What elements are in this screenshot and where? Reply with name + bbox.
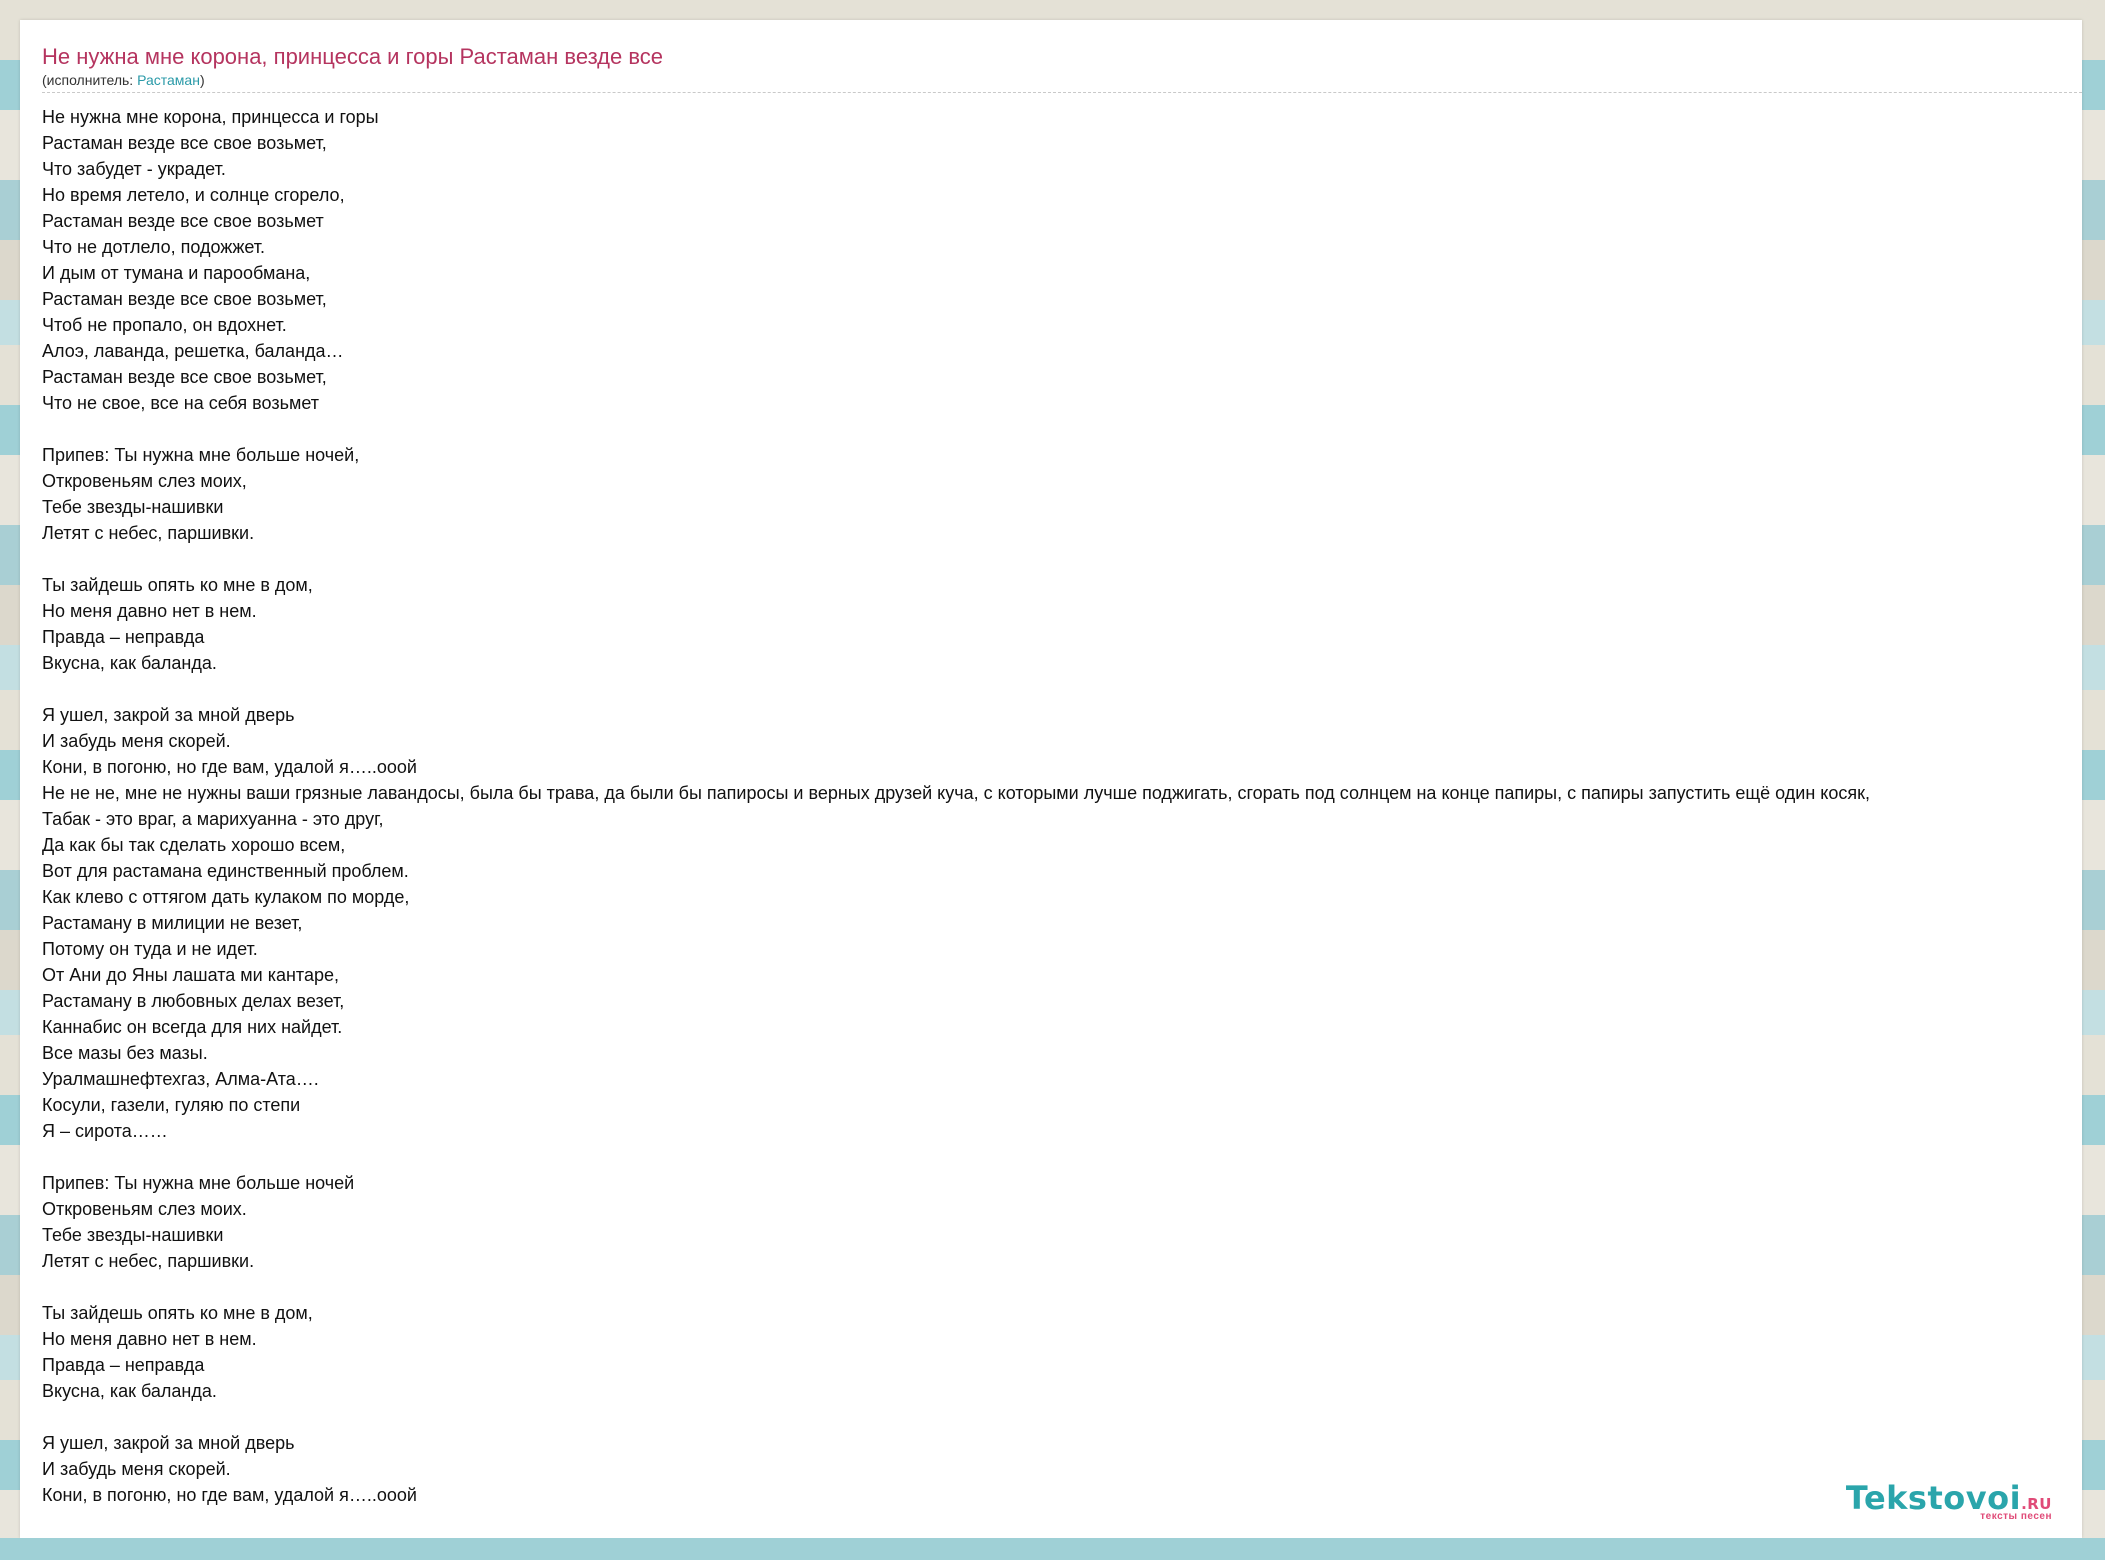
lyric-line: Каннабис он всегда для них найдет. bbox=[42, 1017, 343, 1037]
lyric-line: Я – сирота…… bbox=[42, 1121, 168, 1141]
lyrics-text: Не нужна мне корона, принцесса и горы Рас… bbox=[42, 104, 2082, 1508]
lyrics-panel: Не нужна мне корона, принцесса и горы Ра… bbox=[20, 20, 2082, 1538]
lyric-line: Алоэ, лаванда, решетка, баланда… bbox=[42, 341, 344, 361]
lyric-line: Растаман везде все свое возьмет, bbox=[42, 133, 327, 153]
lyric-line: Потому он туда и не идет. bbox=[42, 939, 258, 959]
lyric-line: Я ушел, закрой за мной дверь bbox=[42, 1433, 295, 1453]
lyric-line: Не нужна мне корона, принцесса и горы bbox=[42, 107, 379, 127]
performer-prefix: (исполнитель: bbox=[42, 72, 138, 88]
lyric-line: Ты зайдешь опять ко мне в дом, bbox=[42, 1303, 313, 1323]
lyric-line bbox=[42, 546, 2082, 572]
lyric-line: Чтоб не пропало, он вдохнет. bbox=[42, 315, 287, 335]
background-left-stripes bbox=[0, 0, 20, 1560]
lyric-line: Растаман везде все свое возьмет, bbox=[42, 289, 327, 309]
lyric-line: Я ушел, закрой за мной дверь bbox=[42, 705, 295, 725]
lyric-line: Тебе звезды-нашивки bbox=[42, 497, 224, 517]
lyric-line: Припев: Ты нужна мне больше ночей bbox=[42, 1173, 355, 1193]
lyric-line: Косули, газели, гуляю по степи bbox=[42, 1095, 301, 1115]
song-title: Не нужна мне корона, принцесса и горы Ра… bbox=[42, 44, 664, 69]
site-logo[interactable]: Tekstovoi.RU тексты песен bbox=[1846, 1479, 2052, 1522]
lyric-line bbox=[42, 1404, 2082, 1430]
lyric-line: Тебе звезды-нашивки bbox=[42, 1225, 224, 1245]
lyric-line: И забудь меня скорей. bbox=[42, 731, 231, 751]
background-right-stripes bbox=[2085, 0, 2105, 1560]
lyric-line: Кони, в погоню, но где вам, удалой я…..о… bbox=[42, 1485, 417, 1505]
lyric-line: И забудь меня скорей. bbox=[42, 1459, 231, 1479]
lyric-line: Растаман везде все свое возьмет bbox=[42, 211, 324, 231]
performer-link[interactable]: Растаман bbox=[137, 72, 200, 88]
lyric-line: От Ани до Яны лашата ми кантаре, bbox=[42, 965, 339, 985]
lyric-line: Летят с небес, паршивки. bbox=[42, 523, 255, 543]
lyric-line: Вкусна, как баланда. bbox=[42, 653, 217, 673]
lyric-line: Да как бы так сделать хорошо всем, bbox=[42, 835, 346, 855]
lyric-line: Правда – неправда bbox=[42, 627, 205, 647]
lyric-line bbox=[42, 676, 2082, 702]
lyric-line bbox=[42, 1144, 2082, 1170]
lyric-line bbox=[42, 1274, 2082, 1300]
lyric-line: Вкусна, как баланда. bbox=[42, 1381, 217, 1401]
lyric-line: Что не дотлело, подожжет. bbox=[42, 237, 266, 257]
lyric-line: Растаман везде все свое возьмет, bbox=[42, 367, 327, 387]
lyric-line: Вот для растамана единственный проблем. bbox=[42, 861, 409, 881]
lyric-line: Но меня давно нет в нем. bbox=[42, 601, 257, 621]
lyric-line: Уралмашнефтехгаз, Алма-Ата…. bbox=[42, 1069, 319, 1089]
performer-suffix: ) bbox=[199, 72, 205, 88]
lyric-line: Но меня давно нет в нем. bbox=[42, 1329, 257, 1349]
lyric-line: Что не свое, все на себя возьмет bbox=[42, 393, 320, 413]
title-divider bbox=[42, 92, 2082, 93]
lyric-line: Растаману в любовных делах везет, bbox=[42, 991, 345, 1011]
lyric-line: Как клево с оттягом дать кулаком по морд… bbox=[42, 887, 410, 907]
lyric-line: Кони, в погоню, но где вам, удалой я…..о… bbox=[42, 757, 417, 777]
lyric-line: Растаману в милиции не везет, bbox=[42, 913, 303, 933]
lyric-line bbox=[42, 416, 2082, 442]
lyric-line: Откровеньям слез моих. bbox=[42, 1199, 247, 1219]
lyric-line: Правда – неправда bbox=[42, 1355, 205, 1375]
background-bottom-band bbox=[0, 1538, 2105, 1560]
lyric-line: Откровеньям слез моих, bbox=[42, 471, 247, 491]
lyric-line: И дым от тумана и парообмана, bbox=[42, 263, 311, 283]
lyric-line: Не не не, мне не нужны ваши грязные лава… bbox=[42, 783, 1871, 803]
lyric-line: Припев: Ты нужна мне больше ночей, bbox=[42, 445, 360, 465]
lyric-line: Табак - это враг, а марихуанна - это дру… bbox=[42, 809, 384, 829]
lyric-line: Что забудет - украдет. bbox=[42, 159, 226, 179]
lyric-line: Летят с небес, паршивки. bbox=[42, 1251, 255, 1271]
lyric-line: Все мазы без мазы. bbox=[42, 1043, 208, 1063]
lyric-line: Но время летело, и солнце сгорело, bbox=[42, 185, 345, 205]
lyric-line: Ты зайдешь опять ко мне в дом, bbox=[42, 575, 313, 595]
performer-line: (исполнитель: Растаман) bbox=[42, 72, 205, 88]
